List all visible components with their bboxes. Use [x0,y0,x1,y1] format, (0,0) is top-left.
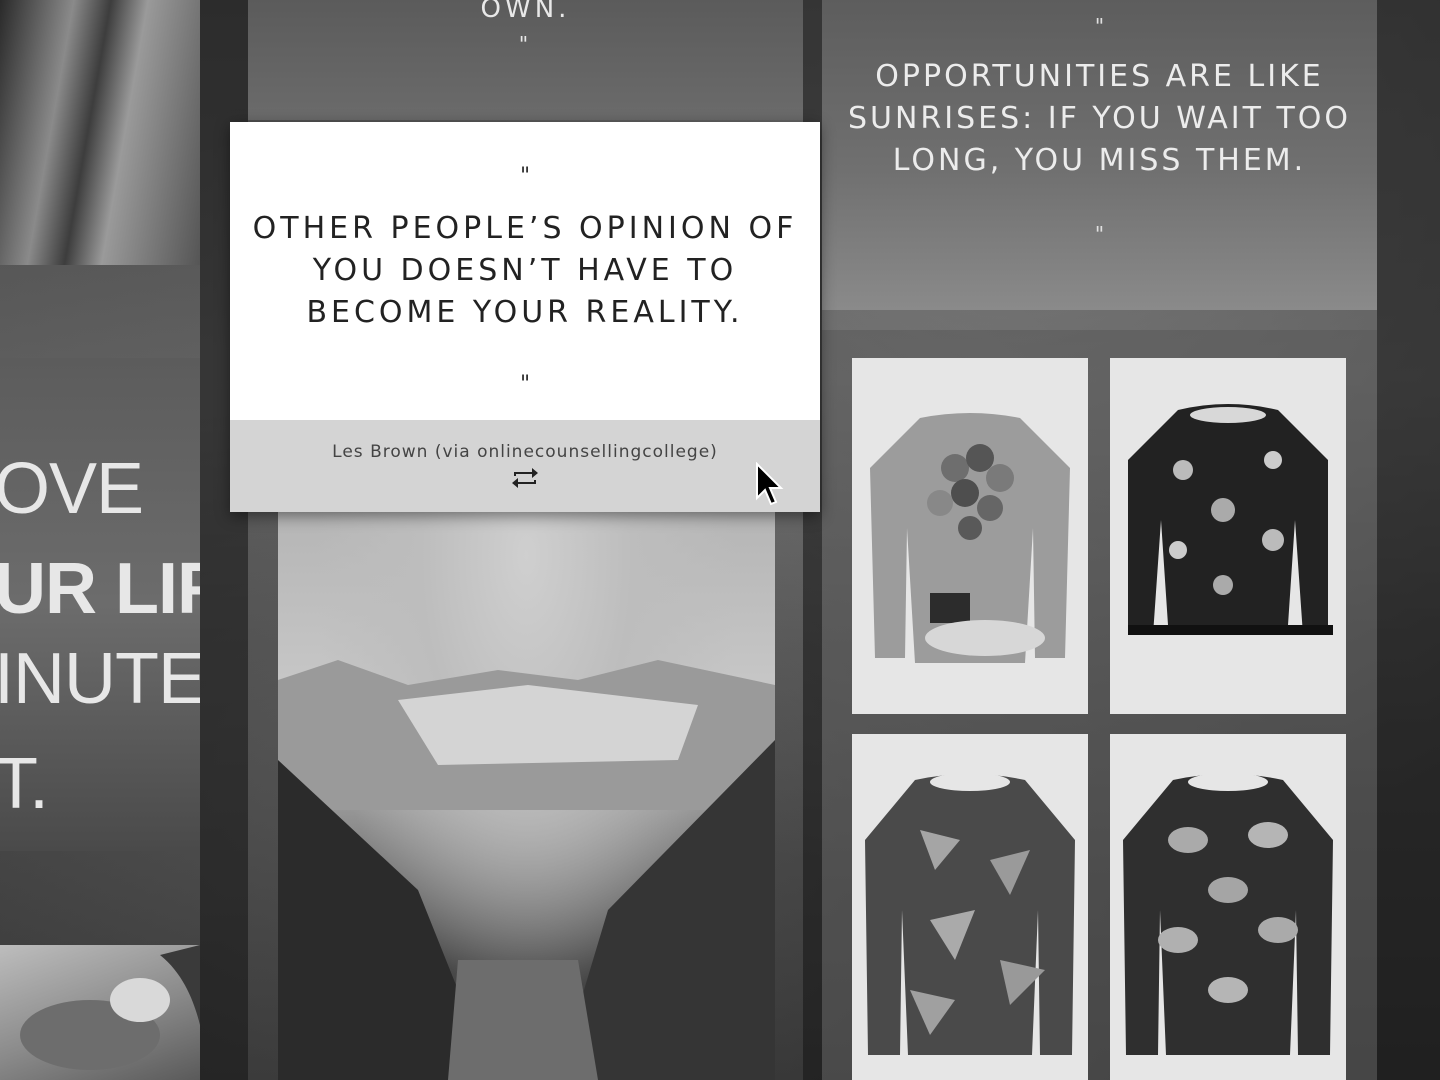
quote-post-card[interactable]: " OTHER PEOPLE’S OPINION OF YOU DOESN’T … [230,122,820,512]
product-junk-food-sweatshirt[interactable] [1110,358,1346,714]
quote-source[interactable]: Les Brown (via onlinecounsellingcollege) [230,442,820,462]
poster-line: UR LIFE. [0,549,200,629]
mouse-cursor-icon [756,462,784,506]
product-grid-post [822,330,1377,1080]
hair-photo-post[interactable] [0,0,200,265]
top-quote-post[interactable]: OWN. " [248,0,803,120]
quote-close-mark: " [1094,222,1105,246]
quote-open-mark: " [1094,14,1105,38]
product-burger-sweatshirt[interactable] [1110,734,1346,1080]
dog-photo-post[interactable] [0,945,200,1080]
quote-text: OTHER PEOPLE’S OPINION OF YOU DOESN’T HA… [252,211,798,330]
quote-open-mark: " [519,164,531,189]
burger-sweatshirt-image [1123,773,1333,1055]
lake-photo-post[interactable] [278,510,775,1080]
top-quote-text: OWN. [480,0,571,24]
poster-line: INUTE [0,639,200,719]
quote-footer: Les Brown (via onlinecounsellingcollege) [230,420,820,512]
balloon-sweatshirt-image [870,413,1070,663]
right-quote-text: OPPORTUNITIES ARE LIKE SUNRISES: IF YOU … [847,59,1352,178]
junk-food-sweatshirt-image [1128,404,1333,635]
reblog-icon[interactable] [510,466,540,490]
poster-line: OVE [0,449,144,529]
poster-line: T. [0,744,49,824]
column-gutter [1377,0,1440,1080]
top-quote-close-mark: " [518,32,533,56]
mountain-lake-image [278,660,775,1080]
quote-close-mark: " [519,372,531,397]
right-quote-post[interactable]: " OPPORTUNITIES ARE LIKE SUNRISES: IF YO… [822,0,1377,310]
product-pizza-sweatshirt[interactable] [852,734,1088,1080]
pizza-sweatshirt-image [865,773,1075,1055]
product-balloon-sweatshirt[interactable] [852,358,1088,714]
dog-photo-image [20,945,200,1070]
quote-poster-post[interactable]: OVE UR LIFE. INUTE T. [0,358,200,851]
